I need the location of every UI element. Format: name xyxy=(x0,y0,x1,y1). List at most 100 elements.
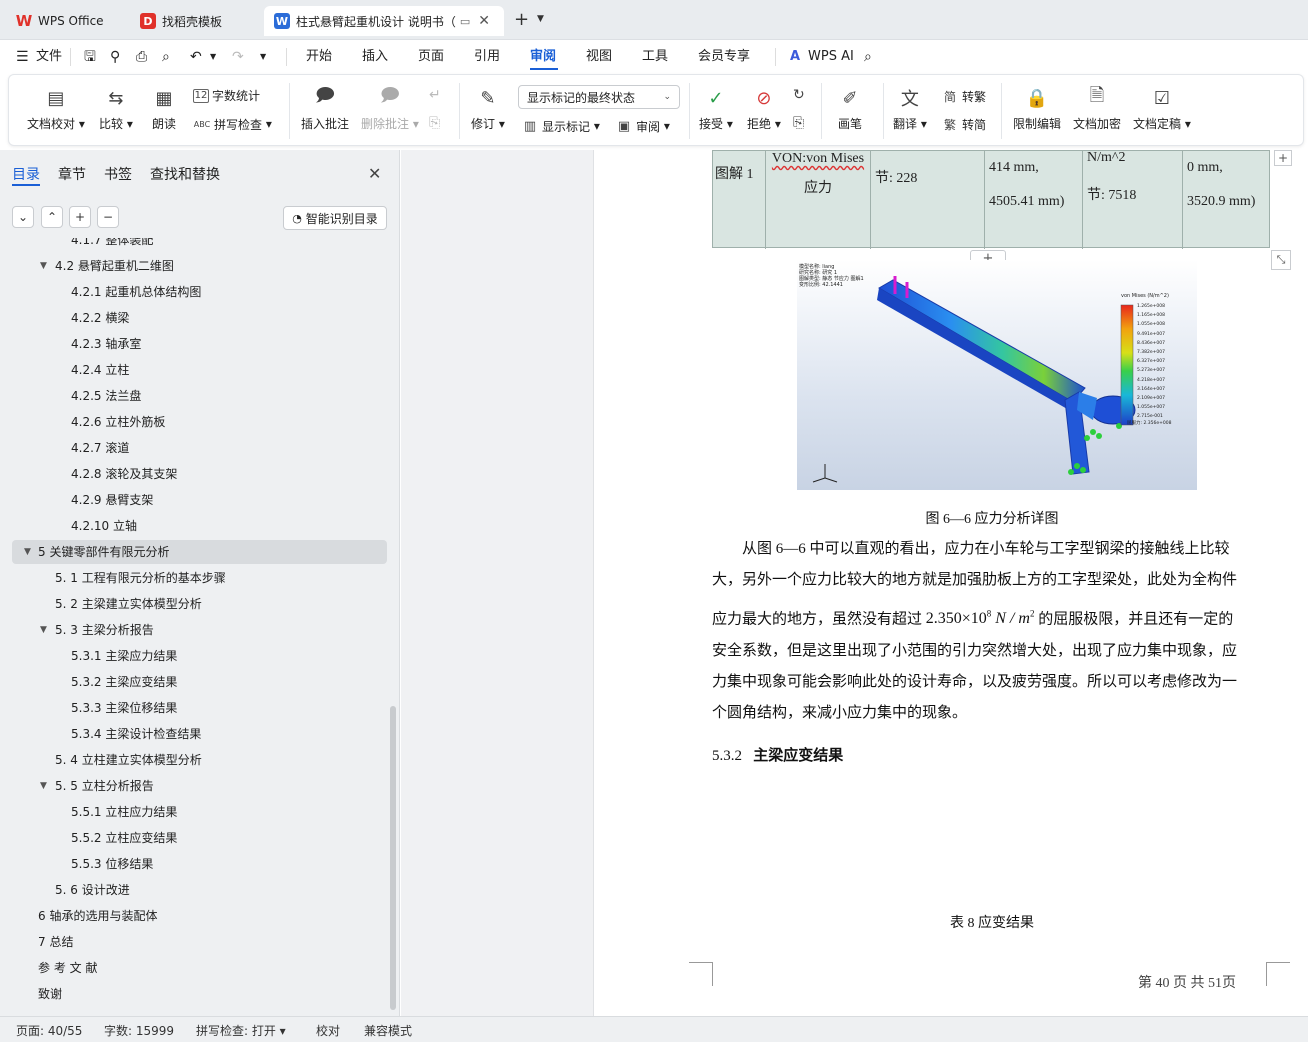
redo-icon[interactable]: ↷ xyxy=(232,47,244,67)
expand-up-button[interactable]: ⌃ xyxy=(41,206,63,228)
monitor-icon[interactable]: ▭ xyxy=(460,15,470,28)
toc-item[interactable]: 5.5.1 立柱应力结果 xyxy=(12,800,387,824)
close-panel-icon[interactable]: ✕ xyxy=(368,164,381,183)
menu-file[interactable]: 文件 xyxy=(36,47,62,67)
reject-button[interactable]: ⊘ 拒绝 ▾ xyxy=(747,85,781,132)
menu-insert[interactable]: 插入 xyxy=(362,47,388,67)
status-word-count[interactable]: 字数: 15999 xyxy=(104,1022,174,1039)
tab-list-chevron-icon[interactable]: ▼ xyxy=(537,14,544,24)
panel-tab-toc[interactable]: 目录 xyxy=(12,164,40,184)
menu-view[interactable]: 视图 xyxy=(586,47,612,67)
word-count-button[interactable]: 12 字数统计 xyxy=(193,87,260,104)
panel-tab-chapter[interactable]: 章节 xyxy=(58,164,86,184)
toc-item[interactable]: 4.2.2 横梁 xyxy=(12,306,387,330)
read-aloud-button[interactable]: ▦ 朗读 xyxy=(151,85,177,132)
menu-wps-ai[interactable]: WPS AI xyxy=(808,47,854,67)
close-tab-icon[interactable]: ✕ xyxy=(478,13,490,29)
toc-item[interactable]: 致谢 xyxy=(12,982,387,1006)
toc-item[interactable]: 4.2.9 悬臂支架 xyxy=(12,488,387,512)
more-chevron-icon[interactable]: ▼ xyxy=(260,47,266,67)
accept-button[interactable]: ✓ 接受 ▾ xyxy=(699,85,733,132)
collapse-down-button[interactable]: ⌄ xyxy=(12,206,34,228)
expand-arrow-icon[interactable]: ▼ xyxy=(24,542,31,562)
translate-button[interactable]: 文 翻译 ▾ xyxy=(893,85,927,132)
review-pane-button[interactable]: ▣ 审阅 ▾ xyxy=(615,117,670,135)
expand-arrow-icon[interactable]: ▼ xyxy=(40,620,47,640)
pen-button[interactable]: ✐ 画笔 xyxy=(837,85,863,132)
toc-item[interactable]: 5.3.3 主梁位移结果 xyxy=(12,696,387,720)
table-resize-handle[interactable]: ⤡ xyxy=(1271,250,1291,270)
prev-revision-icon[interactable]: ↻ xyxy=(793,87,805,103)
status-spell-check[interactable]: 拼写检查: 打开 ▾ xyxy=(196,1022,286,1039)
add-column-button[interactable]: + xyxy=(1274,150,1292,166)
toc-item[interactable]: 7 总结 xyxy=(12,930,387,954)
next-revision-icon[interactable]: ⎘ xyxy=(793,115,804,131)
save-icon[interactable]: 🖫 xyxy=(84,47,96,67)
toc-item[interactable]: 4.2.10 立轴 xyxy=(12,514,387,538)
undo-icon[interactable]: ↶ xyxy=(190,47,202,67)
menu-membership[interactable]: 会员专享 xyxy=(698,47,750,67)
restrict-edit-button[interactable]: 🔒 限制编辑 xyxy=(1013,85,1061,132)
toc-scrollbar[interactable] xyxy=(390,706,396,1010)
menu-review[interactable]: 审阅 xyxy=(530,47,556,67)
panel-tab-bookmark[interactable]: 书签 xyxy=(104,164,132,184)
finalize-button[interactable]: ☑ 文档定稿 ▾ xyxy=(1133,85,1191,132)
add-heading-button[interactable]: + xyxy=(69,206,91,228)
status-proof[interactable]: 校对 xyxy=(316,1022,340,1039)
next-comment-icon[interactable]: ⎘ xyxy=(429,115,440,131)
toc-item[interactable]: 4.2.6 立柱外筋板 xyxy=(12,410,387,434)
smart-toc-button[interactable]: ◔ 智能识别目录 xyxy=(283,206,387,230)
toc-item[interactable]: 4.1.7 整体装配 xyxy=(12,238,387,252)
compare-button[interactable]: ⇆ 比较 ▾ xyxy=(99,85,133,132)
toc-item[interactable]: ▼ 5 关键零部件有限元分析 xyxy=(12,540,387,564)
show-markup-button[interactable]: ▥ 显示标记 ▾ xyxy=(521,117,600,135)
tab-wps-office[interactable]: W WPS Office xyxy=(6,6,124,36)
to-simplified-button[interactable]: 繁 转简 xyxy=(941,115,986,133)
toc-item[interactable]: 5.3.1 主梁应力结果 xyxy=(12,644,387,668)
toc-item[interactable]: ▼ 5. 3 主梁分析报告 xyxy=(12,618,387,642)
toc-item[interactable]: 5. 1 工程有限元分析的基本步骤 xyxy=(12,566,387,590)
status-page[interactable]: 页面: 40/55 xyxy=(16,1022,82,1039)
toc-item[interactable]: 6 轴承的选用与装配体 xyxy=(12,904,387,928)
tab-docer[interactable]: D 找稻壳模板 xyxy=(130,6,258,36)
toc-item[interactable]: 参 考 文 献 xyxy=(12,956,387,980)
print-preview-icon[interactable]: ⌕ xyxy=(162,47,170,67)
toc-item[interactable]: 5.5.3 位移结果 xyxy=(12,852,387,876)
toc-item[interactable]: 4.2.1 起重机总体结构图 xyxy=(12,280,387,304)
panel-tab-find-replace[interactable]: 查找和替换 xyxy=(150,164,220,184)
new-tab-icon[interactable]: + xyxy=(514,9,529,30)
hamburger-icon[interactable]: ☰ xyxy=(16,47,29,67)
toc-item[interactable]: 5.3.2 主梁应变结果 xyxy=(12,670,387,694)
doc-check-button[interactable]: ▤ 文档校对 ▾ xyxy=(27,85,85,132)
toc-item[interactable]: ▼ 4.2 悬臂起重机二维图 xyxy=(12,254,387,278)
tab-document[interactable]: W 柱式悬臂起重机设计 说明书（ ▭ ✕ xyxy=(264,6,504,36)
encrypt-button[interactable]: 🗎 文档加密 xyxy=(1073,85,1121,132)
insert-comment-button[interactable]: 🗩 插入批注 xyxy=(301,85,349,132)
toc-item[interactable]: 4.2.7 滚道 xyxy=(12,436,387,460)
expand-arrow-icon[interactable]: ▼ xyxy=(40,776,47,796)
markup-display-select[interactable]: 显示标记的最终状态 ⌄ xyxy=(518,85,680,109)
expand-arrow-icon[interactable]: ▼ xyxy=(40,256,47,276)
menu-start[interactable]: 开始 xyxy=(306,47,332,67)
search-icon[interactable]: ⌕ xyxy=(864,47,872,67)
menu-reference[interactable]: 引用 xyxy=(474,47,500,67)
toc-item[interactable]: 5.5.2 立柱应变结果 xyxy=(12,826,387,850)
toc-item[interactable]: 5. 2 主梁建立实体模型分析 xyxy=(12,592,387,616)
toc-item[interactable]: 5.3.4 主梁设计检查结果 xyxy=(12,722,387,746)
toc-item[interactable]: ▼ 5. 5 立柱分析报告 xyxy=(12,774,387,798)
prev-comment-icon[interactable]: ↵ xyxy=(429,87,441,103)
toc-item[interactable]: 4.2.4 立柱 xyxy=(12,358,387,382)
toc-item[interactable]: 5. 4 立柱建立实体模型分析 xyxy=(12,748,387,772)
revise-button[interactable]: ✎ 修订 ▾ xyxy=(471,85,505,132)
print-icon[interactable]: ⎙ xyxy=(136,47,147,67)
toc-item[interactable]: 4.2.8 滚轮及其支架 xyxy=(12,462,387,486)
menu-page[interactable]: 页面 xyxy=(418,47,444,67)
undo-dropdown-icon[interactable]: ▼ xyxy=(210,47,216,67)
menu-tools[interactable]: 工具 xyxy=(642,47,668,67)
remove-heading-button[interactable]: − xyxy=(97,206,119,228)
spell-check-button[interactable]: ABC 拼写检查 ▾ xyxy=(193,115,272,133)
share-icon[interactable]: ⚲ xyxy=(110,47,120,67)
to-traditional-button[interactable]: 简 转繁 xyxy=(941,87,986,105)
delete-comment-button[interactable]: 🗩 删除批注 ▾ xyxy=(361,85,419,132)
toc-item[interactable]: 5. 6 设计改进 xyxy=(12,878,387,902)
